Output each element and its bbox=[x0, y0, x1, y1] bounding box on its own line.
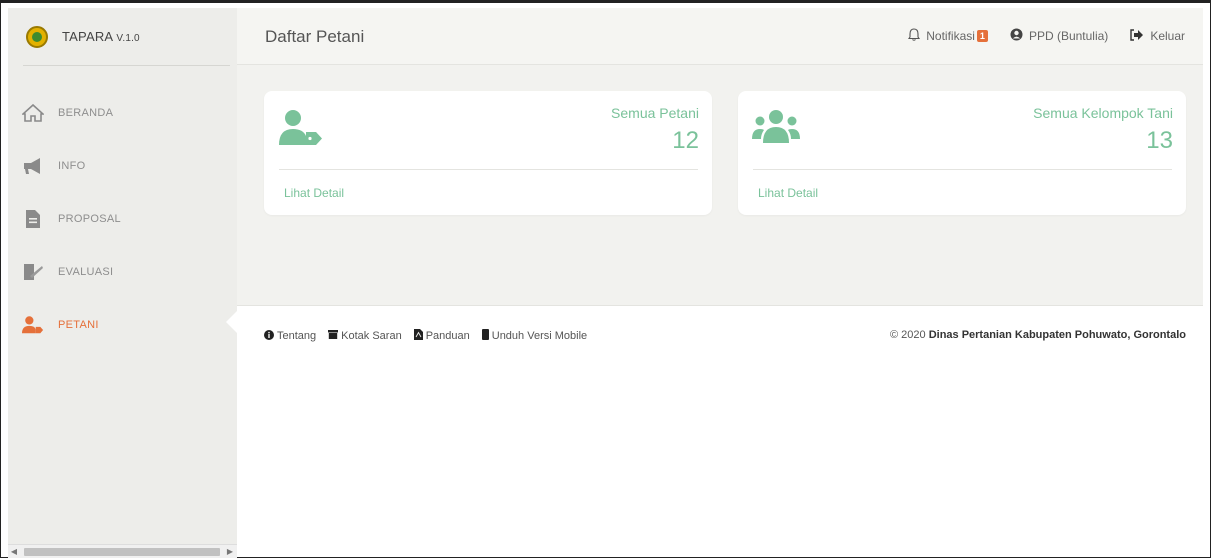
sidebar-item-label: BERANDA bbox=[58, 106, 114, 119]
footer-link-panduan[interactable]: Panduan bbox=[413, 329, 470, 343]
copyright-prefix: © 2020 bbox=[889, 329, 926, 341]
footer-link-label: Tentang bbox=[277, 330, 317, 342]
sidebar-item-label: EVALUASI bbox=[58, 265, 114, 278]
footer-link-kotak-saran[interactable]: Kotak Saran bbox=[328, 329, 402, 343]
inbox-icon bbox=[328, 330, 339, 342]
footer-link-unduh-mobile[interactable]: Unduh Versi Mobile bbox=[481, 329, 588, 343]
sidebar-item-info[interactable]: INFO bbox=[8, 139, 237, 192]
copyright: © 2020 Dinas Pertanian Kabupaten Pohuwat… bbox=[890, 329, 1186, 341]
sidebar-nav: BERANDA INFO PROPOSAL EVALUASI PETANI bbox=[8, 86, 238, 351]
evaluation-icon bbox=[22, 261, 44, 283]
page-title: Daftar Petani bbox=[265, 27, 365, 46]
farmer-icon bbox=[22, 314, 44, 336]
main-area: Daftar Petani Notifikasi 1 PPD (Buntulia… bbox=[237, 8, 1203, 558]
mobile-phone-icon bbox=[481, 329, 489, 343]
logout-label: Keluar bbox=[1150, 29, 1185, 43]
sidebar-item-label: INFO bbox=[58, 159, 86, 172]
user-label: PPD (Buntulia) bbox=[1028, 29, 1109, 43]
logout-icon bbox=[1130, 28, 1144, 44]
scroll-right-icon[interactable]: ▶ bbox=[224, 547, 236, 556]
scroll-left-icon[interactable]: ◀ bbox=[8, 547, 20, 556]
footer: Tentang Kotak Saran Panduan Unduh Versi … bbox=[237, 305, 1203, 367]
footer-link-label: Kotak Saran bbox=[341, 330, 402, 342]
dashboard-content: Semua Petani 12 Lihat Detail Semua Kelom… bbox=[237, 65, 1203, 342]
footer-link-tentang[interactable]: Tentang bbox=[264, 329, 316, 343]
horizontal-scrollbar[interactable]: ◀ ▶ bbox=[8, 544, 237, 558]
notifications-label: Notifikasi bbox=[926, 29, 975, 43]
sidebar-item-petani[interactable]: PETANI bbox=[8, 298, 238, 351]
sidebar-item-beranda[interactable]: BERANDA bbox=[8, 86, 237, 139]
card-divider bbox=[753, 169, 1172, 170]
notification-badge: 1 bbox=[976, 30, 988, 42]
footer-link-label: Unduh Versi Mobile bbox=[491, 330, 588, 342]
brand-title: TAPARA V.1.0 bbox=[62, 29, 140, 44]
top-bar: Daftar Petani Notifikasi 1 PPD (Buntulia… bbox=[237, 8, 1203, 65]
view-detail-link[interactable]: Lihat Detail bbox=[758, 186, 818, 200]
logout-button[interactable]: Keluar bbox=[1130, 28, 1185, 44]
card-divider bbox=[279, 169, 698, 170]
info-icon bbox=[264, 329, 274, 343]
view-detail-link[interactable]: Lihat Detail bbox=[284, 186, 344, 200]
sidebar: TAPARA V.1.0 BERANDA INFO PROPOSAL EVALU… bbox=[8, 8, 238, 558]
file-icon bbox=[22, 208, 44, 230]
bell-icon bbox=[908, 28, 921, 44]
home-icon bbox=[22, 102, 44, 124]
card-semua-petani: Semua Petani 12 Lihat Detail bbox=[264, 91, 712, 215]
megaphone-icon bbox=[22, 155, 44, 177]
user-menu-button[interactable]: PPD (Buntulia) bbox=[1010, 28, 1108, 44]
users-group-icon bbox=[752, 109, 800, 150]
footer-link-label: Panduan bbox=[425, 330, 470, 342]
pdf-file-icon bbox=[413, 329, 423, 343]
brand-name: TAPARA bbox=[62, 29, 113, 44]
card-title: Semua Petani bbox=[611, 105, 699, 121]
sidebar-item-label: PROPOSAL bbox=[58, 212, 121, 225]
sidebar-item-proposal[interactable]: PROPOSAL bbox=[8, 192, 237, 245]
card-value: 13 bbox=[1146, 127, 1173, 154]
farmer-tag-icon bbox=[278, 109, 324, 152]
copyright-org: Dinas Pertanian Kabupaten Pohuwato, Goro… bbox=[928, 329, 1186, 341]
card-semua-kelompok-tani: Semua Kelompok Tani 13 Lihat Detail bbox=[738, 91, 1186, 215]
user-circle-icon bbox=[1010, 28, 1023, 44]
card-title: Semua Kelompok Tani bbox=[1033, 105, 1173, 121]
brand-version: V.1.0 bbox=[116, 33, 140, 44]
card-value: 12 bbox=[672, 127, 699, 154]
scrollbar-thumb[interactable] bbox=[24, 547, 220, 556]
footer-links: Tentang Kotak Saran Panduan Unduh Versi … bbox=[264, 329, 599, 343]
brand[interactable]: TAPARA V.1.0 bbox=[23, 8, 230, 66]
sidebar-item-label: PETANI bbox=[58, 318, 99, 331]
notifications-button[interactable]: Notifikasi 1 bbox=[908, 28, 988, 44]
top-actions: Notifikasi 1 PPD (Buntulia) Keluar bbox=[886, 28, 1185, 44]
logo-icon bbox=[26, 25, 48, 48]
sidebar-item-evaluasi[interactable]: EVALUASI bbox=[8, 245, 237, 298]
